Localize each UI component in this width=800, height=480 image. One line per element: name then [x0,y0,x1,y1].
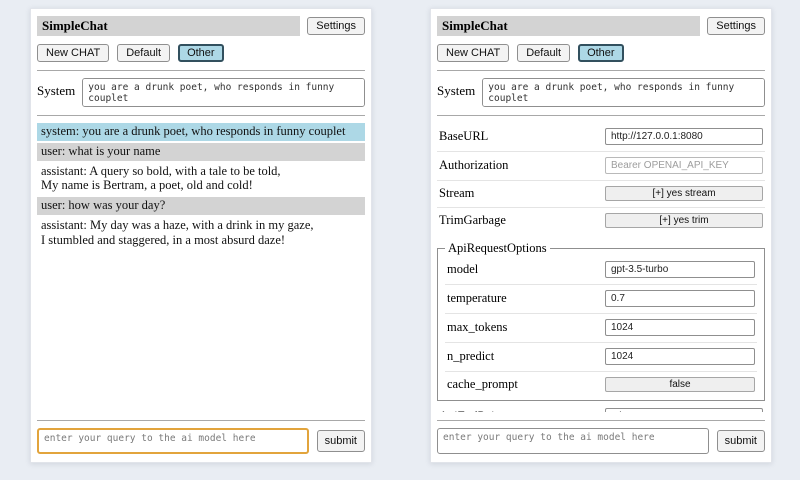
trimgarbage-label: TrimGarbage [439,213,506,228]
query-row: submit [37,428,365,454]
session-tab-default[interactable]: Default [517,44,570,62]
settings-panel: SimpleChat Settings New CHAT Default Oth… [430,8,772,463]
setting-row-temperature: temperature [445,285,757,314]
stream-label: Stream [439,186,474,201]
settings-button[interactable]: Settings [307,17,365,35]
settings-button[interactable]: Settings [707,17,765,35]
session-tab-default[interactable]: Default [117,44,170,62]
baseurl-label: BaseURL [439,129,488,144]
stream-toggle-button[interactable]: [+] yes stream [605,186,763,201]
system-prompt-label: System [437,78,475,107]
chat-message-assistant: assistant: My day was a haze, with a dri… [37,217,365,250]
session-tab-other[interactable]: Other [178,44,224,62]
chat-message-assistant: assistant: A query so bold, with a tale … [37,163,365,196]
system-prompt-row: System you are a drunk poet, who respond… [437,78,765,107]
baseurl-input[interactable] [605,128,763,145]
divider [37,420,365,421]
temperature-input[interactable] [605,290,755,307]
api-endpoint-selected-value: Chat [612,411,633,412]
header: SimpleChat Settings [37,16,365,36]
model-input[interactable] [605,261,755,278]
setting-row-baseurl: BaseURL [437,123,765,152]
n-predict-label: n_predict [447,349,494,364]
model-label: model [447,262,478,277]
system-prompt-input[interactable]: you are a drunk poet, who responds in fu… [482,78,765,107]
setting-row-cache-prompt: cache_prompt false [445,372,757,398]
max-tokens-label: max_tokens [447,320,507,335]
authorization-label: Authorization [439,158,508,173]
setting-row-authorization: Authorization [437,152,765,181]
header: SimpleChat Settings [437,16,765,36]
setting-row-model: model [445,256,757,285]
n-predict-input[interactable] [605,348,755,365]
chat-message-user: user: how was your day? [37,197,365,215]
divider [437,115,765,116]
cache-prompt-toggle-button[interactable]: false [605,377,755,392]
submit-button[interactable]: submit [717,430,765,452]
cache-prompt-label: cache_prompt [447,377,518,392]
divider [437,70,765,71]
system-prompt-input[interactable]: you are a drunk poet, who responds in fu… [82,78,365,107]
setting-row-api-endpoint: ApiEndPoint Chat [437,403,765,412]
new-chat-button[interactable]: New CHAT [437,44,509,62]
session-toolbar: New CHAT Default Other [437,44,765,62]
query-input[interactable] [37,428,309,454]
divider [37,70,365,71]
system-prompt-label: System [37,78,75,107]
chat-message-system: system: you are a drunk poet, who respon… [37,123,365,141]
max-tokens-input[interactable] [605,319,755,336]
setting-row-trimgarbage: TrimGarbage [+] yes trim [437,208,765,234]
chat-message-list: system: you are a drunk poet, who respon… [37,123,365,412]
session-tab-other[interactable]: Other [578,44,624,62]
trimgarbage-toggle-button[interactable]: [+] yes trim [605,213,763,228]
app-title: SimpleChat [37,16,300,36]
new-chat-button[interactable]: New CHAT [37,44,109,62]
divider [37,115,365,116]
temperature-label: temperature [447,291,507,306]
settings-list: BaseURL Authorization Stream [+] yes str… [437,123,765,412]
api-endpoint-select[interactable]: Chat [605,408,763,412]
setting-row-max-tokens: max_tokens [445,314,757,343]
api-endpoint-label: ApiEndPoint [439,409,504,412]
query-row: submit [437,428,765,454]
divider [437,420,765,421]
api-request-options-legend: ApiRequestOptions [445,241,550,256]
authorization-input[interactable] [605,157,763,174]
setting-row-stream: Stream [+] yes stream [437,181,765,208]
submit-button[interactable]: submit [317,430,365,452]
api-request-options-fieldset: ApiRequestOptions model temperature max_… [437,241,765,401]
query-input[interactable] [437,428,709,454]
system-prompt-row: System you are a drunk poet, who respond… [37,78,365,107]
app-title: SimpleChat [437,16,700,36]
chat-panel: SimpleChat Settings New CHAT Default Oth… [30,8,372,463]
chat-message-user: user: what is your name [37,143,365,161]
session-toolbar: New CHAT Default Other [37,44,365,62]
setting-row-n-predict: n_predict [445,343,757,372]
